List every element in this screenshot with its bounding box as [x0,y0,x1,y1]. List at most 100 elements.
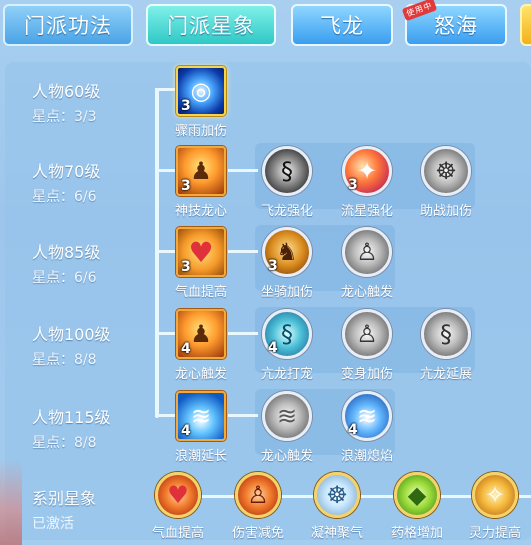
node-label: 龙心触发 [174,367,227,382]
figure-icon: ♙ [342,227,392,277]
node-label: 龙心触发 [340,285,393,300]
node-label: 凝神聚气 [310,526,363,541]
node-label: 浪潮延长 [174,449,227,464]
tab-sect-stars[interactable]: 门派星象 [146,4,276,46]
level-text: 人物70级 [32,162,101,181]
meditation-icon: ☸ [421,146,471,196]
black-dragon-icon: § [262,146,312,196]
row-115-label: 人物115级 星点：8/8 [32,404,111,452]
node-count: 4 [181,423,191,439]
node-label: 神技龙心 [174,204,227,219]
level-text: 人物85级 [32,243,101,262]
wave-icon: ≋ 4 [176,391,226,441]
star-node[interactable]: ◎ 3 骤雨加伤 [174,66,228,139]
star-points: 星点：3/3 [32,109,97,125]
node-label: 气血提高 [174,285,227,300]
node-label: 气血提高 [151,526,204,541]
star-node[interactable]: ♟ 4 龙心触发 [174,309,228,382]
node-label: 飞龙强化 [260,204,313,219]
figure-icon: ♙ [342,309,392,359]
series-node[interactable]: ♥ 气血提高 [148,472,208,541]
star-node[interactable]: ✦ 3 流星强化 [340,146,394,219]
row-70-label: 人物70级 星点：6/6 [32,158,100,206]
series-stars-label: 系别星象 已激活 [32,485,96,533]
series-node[interactable]: ✧ 灵力提高 [465,472,525,541]
star-node[interactable]: ♞ 3 坐骑加伤 [260,227,314,300]
node-count: 3 [268,258,278,274]
node-label: 坐骑加伤 [260,285,313,300]
grey-wave-icon: ≋ [262,391,312,441]
node-count: 4 [348,422,358,438]
series-node[interactable]: ☸ 凝神聚气 [307,472,367,541]
star-node[interactable]: ♙ 龙心触发 [340,227,394,300]
star-node[interactable]: ♙ 变身加伤 [340,309,394,382]
meditation-icon: ☸ [314,472,360,518]
star-node[interactable]: ♥ 3 气血提高 [174,227,228,300]
node-label: 流星强化 [340,204,393,219]
node-count: 3 [348,177,358,193]
branch-line [228,250,258,253]
level-text: 人物100级 [32,325,111,344]
node-label: 亢龙延展 [419,367,472,382]
tab-more[interactable] [520,4,531,46]
star-node[interactable]: ≋ 龙心触发 [260,391,314,464]
star-points: 星点：8/8 [32,352,97,368]
star-node[interactable]: § 4 亢龙打宠 [260,309,314,382]
node-label: 伤害减免 [231,526,284,541]
node-count: 3 [181,178,191,194]
level-text: 人物60级 [32,82,101,101]
series-node[interactable]: ♙ 伤害减免 [228,472,288,541]
star-node[interactable]: ≋ 4 浪潮延长 [174,391,228,464]
node-label: 龙心触发 [260,449,313,464]
branch-line [155,169,175,172]
in-use-badge: 使用中 [401,0,438,22]
tab-raging-sea[interactable]: 使用中 怒海 [401,0,507,46]
star-points: 星点：8/8 [32,435,97,451]
series-node[interactable]: ◆ 药格增加 [387,472,447,541]
node-label: 灵力提高 [468,526,521,541]
armor-figure-icon: ♙ [235,472,281,518]
branch-line [155,88,175,91]
series-title: 系别星象 [32,489,97,508]
branch-line [228,414,258,417]
node-count: 4 [268,340,278,356]
sparkle-icon: ✧ [472,472,518,518]
star-node[interactable]: § 飞龙强化 [260,146,314,219]
branch-line [155,332,175,335]
star-node[interactable]: ≋ 4 浪潮熄焰 [340,391,394,464]
level-text: 人物115级 [32,408,111,427]
node-count: 3 [181,259,191,275]
tab-label: 怒海 [434,14,478,38]
series-status: 已激活 [32,516,74,532]
mount-icon: ♞ 3 [262,227,312,277]
branch-line [228,169,258,172]
star-points: 星点：6/6 [32,270,97,286]
tab-label: 飞龙 [320,14,364,38]
tab-flying-dragon[interactable]: 飞龙 [291,4,393,46]
branch-line [228,332,258,335]
node-count: 3 [181,98,191,114]
dragon-heart-icon: ♟ 3 [176,146,226,196]
row-60-label: 人物60级 星点：3/3 [32,78,100,126]
node-count: 4 [181,341,191,357]
grey-dragon-icon: § [421,309,471,359]
node-label: 浪潮熄焰 [340,449,393,464]
tab-bar: 门派功法 门派星象 飞龙 使用中 怒海 [0,0,531,55]
node-label: 骤雨加伤 [174,124,227,139]
tree-trunk-line [155,88,159,418]
star-node[interactable]: ♟ 3 神技龙心 [174,146,228,219]
node-label: 药格增加 [390,526,443,541]
character-decoration [0,458,22,545]
star-node[interactable]: ☸ 助战加伤 [419,146,473,219]
gem-icon: ◆ [394,472,440,518]
star-node[interactable]: § 亢龙延展 [419,309,473,382]
meteor-icon: ✦ 3 [342,146,392,196]
star-points: 星点：6/6 [32,189,97,205]
blue-wave-icon: ≋ 4 [342,391,392,441]
heart-icon: ♥ 3 [176,227,226,277]
tab-label: 门派功法 [24,14,112,38]
tab-sect-skills[interactable]: 门派功法 [3,4,133,46]
node-label: 变身加伤 [340,367,393,382]
heart-icon: ♥ [155,472,201,518]
dragon-heart-icon: ♟ 4 [176,309,226,359]
